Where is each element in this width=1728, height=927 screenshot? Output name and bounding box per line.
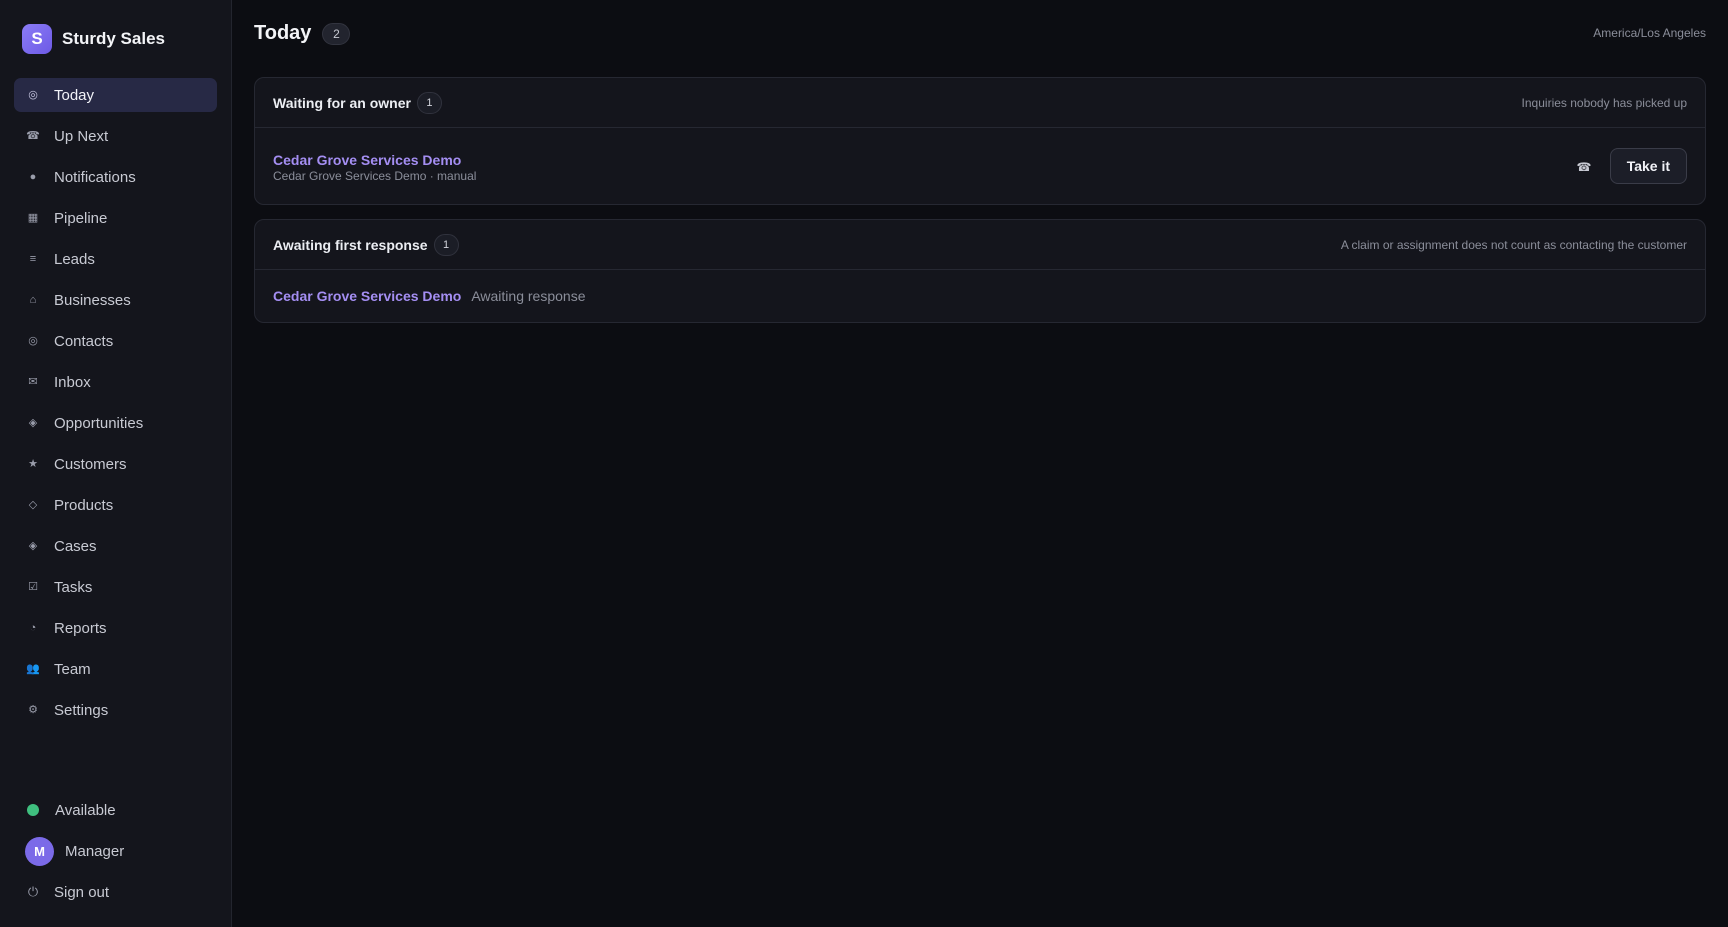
card-header: Awaiting first response 1 A claim or ass… (255, 220, 1705, 270)
card-note: A claim or assignment does not count as … (1340, 237, 1687, 252)
inquiry-link[interactable]: Cedar Grove Services Demo (273, 288, 461, 304)
take-it-button[interactable]: Take it (1609, 148, 1687, 184)
sidebar-item-inbox[interactable]: ✉ Inbox (14, 365, 217, 399)
list-icon: ≡ (29, 253, 37, 265)
brand-name: Sturdy Sales (62, 29, 165, 48)
response-status: Awaiting response (471, 288, 586, 304)
team-icon: 👥 (26, 663, 40, 675)
sidebar-item-up-next[interactable]: ☎ Up Next (14, 119, 217, 153)
inquiry-source: Cedar Grove Services Demo · manual (273, 169, 477, 183)
sidebar-item-label: Pipeline (54, 209, 108, 227)
sidebar-item-team[interactable]: 👥 Team (14, 652, 217, 686)
sidebar-item-label: Notifications (54, 168, 136, 186)
today-count-badge: 2 (322, 22, 351, 45)
status-label: Available (55, 801, 116, 819)
card-title: Waiting for an owner (273, 94, 411, 111)
sidebar-item-tasks[interactable]: ☑ Tasks (14, 570, 217, 604)
sidebar-item-label: Inbox (54, 373, 91, 391)
building-icon: ⌂ (29, 294, 37, 306)
sidebar-item-notifications[interactable]: ● Notifications (14, 160, 217, 194)
sidebar-item-products[interactable]: ◇ Products (14, 488, 217, 522)
list-item: Cedar Grove Services Demo Awaiting respo… (255, 270, 1705, 322)
sign-out-button[interactable]: ⏻ Sign out (14, 874, 217, 910)
sidebar-item-contacts[interactable]: ◎ Contacts (14, 324, 217, 358)
sidebar-item-label: Team (54, 660, 91, 678)
mail-icon: ✉ (28, 376, 38, 388)
brand[interactable]: S Sturdy Sales (22, 24, 165, 54)
box-icon: ◇ (28, 499, 38, 511)
brand-logo: S (22, 24, 52, 54)
gear-icon: ⚙ (28, 704, 38, 716)
star-icon: ★ (28, 458, 38, 470)
sidebar-item-customers[interactable]: ★ Customers (14, 447, 217, 481)
sidebar-item-label: Businesses (54, 291, 131, 309)
sidebar-item-label: Up Next (54, 127, 109, 145)
sidebar: S Sturdy Sales ◎ Today ☎ Up Next ● Notificati… (0, 0, 232, 927)
sidebar-item-label: Contacts (54, 332, 114, 350)
check-square-icon: ☑ (28, 581, 38, 593)
awaiting-first-response-card: Awaiting first response 1 A claim or ass… (254, 219, 1706, 323)
inquiry-link[interactable]: Cedar Grove Services Demo (273, 152, 476, 168)
availability-status[interactable]: Available (14, 792, 217, 828)
grid-icon: ▦ (27, 212, 39, 224)
status-dot-icon (27, 804, 39, 816)
bell-icon: ● (29, 171, 37, 183)
diamond-icon: ◈ (28, 417, 38, 429)
sidebar-footer: Available M Manager ⏻ Sign out (14, 792, 217, 915)
page-title: Today (254, 22, 312, 44)
sidebar-item-opportunities[interactable]: ◈ Opportunities (14, 406, 217, 440)
sidebar-item-label: Cases (54, 537, 97, 555)
case-icon: ◈ (28, 540, 38, 552)
sidebar-item-cases[interactable]: ◈ Cases (14, 529, 217, 563)
card-header: Waiting for an owner 1 Inquiries nobody … (255, 78, 1705, 128)
phone-icon: ☎ (26, 130, 40, 142)
card-title: Awaiting first response (273, 236, 428, 253)
sidebar-item-settings[interactable]: ⚙ Settings (14, 693, 217, 727)
sidebar-nav: ◎ Today ☎ Up Next ● Notifications ▦ Pipeline ≡ Le… (14, 78, 217, 734)
contact-icon: ◎ (28, 335, 38, 347)
timezone-label: America/Los Angeles (1593, 26, 1706, 40)
sidebar-item-leads[interactable]: ≡ Leads (14, 242, 217, 276)
user-menu[interactable]: M Manager (14, 833, 217, 869)
power-icon: ⏻ (27, 884, 39, 899)
pie-chart-icon: ◔ (29, 622, 37, 634)
user-role-label: Manager (65, 842, 125, 860)
sidebar-item-label: Settings (54, 701, 109, 719)
sidebar-item-today[interactable]: ◎ Today (14, 78, 217, 112)
sidebar-item-label: Opportunities (54, 414, 144, 432)
sidebar-item-label: Today (54, 86, 95, 104)
waiting-for-owner-card: Waiting for an owner 1 Inquiries nobody … (254, 77, 1706, 205)
sign-out-label: Sign out (54, 883, 110, 901)
page-header: Today 2 (254, 22, 351, 45)
sidebar-item-label: Leads (54, 250, 95, 268)
sidebar-item-label: Customers (54, 455, 127, 473)
phone-icon[interactable]: ☎ (1575, 158, 1593, 176)
sidebar-item-label: Tasks (54, 578, 93, 596)
sidebar-item-label: Products (54, 496, 114, 514)
card-note: Inquiries nobody has picked up (1521, 95, 1687, 110)
sidebar-item-businesses[interactable]: ⌂ Businesses (14, 283, 217, 317)
sidebar-item-label: Reports (54, 619, 107, 637)
avatar: M (25, 836, 54, 866)
count-badge: 1 (416, 91, 442, 114)
today-icon: ◎ (28, 89, 38, 101)
sidebar-item-pipeline[interactable]: ▦ Pipeline (14, 201, 217, 235)
list-item: Cedar Grove Services Demo Cedar Grove Se… (255, 128, 1705, 204)
sidebar-item-reports[interactable]: ◔ Reports (14, 611, 217, 645)
count-badge: 1 (433, 233, 459, 256)
